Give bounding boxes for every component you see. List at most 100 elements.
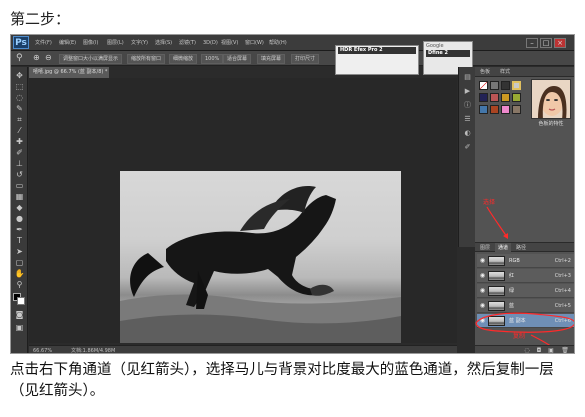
channel-name: 红 [509, 273, 515, 279]
save-selection-icon[interactable]: ◘ [535, 347, 543, 353]
crop-tool-icon[interactable]: ⌗ [14, 115, 25, 124]
tab-channels[interactable]: 通道 [495, 243, 512, 253]
tab-paths[interactable]: 路径 [513, 243, 529, 253]
background-color-swatch[interactable] [17, 297, 25, 305]
panel-dock: ▤ ▶ ⓘ ☰ ◐ ✐ [458, 67, 475, 247]
zoom-in-icon[interactable]: ⊕ [33, 52, 40, 64]
gradient-tool-icon[interactable]: ▦ [14, 192, 25, 201]
fill-screen-button[interactable]: 填充屏幕 [257, 54, 286, 64]
menu-select[interactable]: 选择(S) [155, 38, 172, 48]
resize-windows-button[interactable]: 调整窗口大小以满屏显示 [59, 54, 123, 64]
minimize-button[interactable]: – [526, 38, 538, 48]
dfine-title: Dfine 2 [426, 50, 470, 57]
hdr-efex-panel[interactable]: HDR Efex Pro 2 [335, 45, 419, 75]
quick-mask-icon[interactable]: ◙ [14, 310, 25, 319]
style-swatch[interactable] [512, 81, 521, 90]
new-channel-icon[interactable]: ▣ [547, 347, 555, 353]
menu-type[interactable]: 文字(Y) [131, 38, 148, 48]
menu-filter[interactable]: 滤镜(T) [179, 38, 196, 48]
history-brush-icon[interactable]: ↺ [14, 170, 25, 179]
hand-tool-icon[interactable]: ✋ [14, 269, 25, 278]
tab-layers[interactable]: 图层 [477, 243, 493, 253]
stamp-tool-icon[interactable]: ⊥ [14, 159, 25, 168]
document-tab[interactable]: 嘻嘻.jpg @ 66.7% (蓝 副本/8) * [29, 67, 109, 78]
eyedropper-tool-icon[interactable]: ⁄ [14, 126, 25, 135]
style-swatch[interactable] [479, 81, 488, 90]
adjustments-panel-icon[interactable]: ◐ [462, 129, 473, 138]
marquee-tool-icon[interactable]: ⬚ [14, 82, 25, 91]
channel-row-green[interactable]: ◉ 绿 Ctrl+4 [477, 284, 574, 298]
menu-file[interactable]: 文件(F) [35, 38, 52, 48]
dfine-google-label: Google [426, 43, 444, 49]
channel-shortcut: Ctrl+4 [554, 288, 571, 294]
tab-styles[interactable]: 样式 [497, 67, 513, 77]
screen-mode-icon[interactable]: ▣ [14, 323, 25, 332]
thumbnail-caption: 色板的特性 [538, 121, 564, 127]
portrait-thumbnail [531, 79, 571, 119]
type-tool-icon[interactable]: T [14, 236, 25, 245]
channel-thumbnail [488, 301, 505, 311]
menu-3d[interactable]: 3D(D) [203, 38, 218, 48]
menu-layer[interactable]: 图层(L) [107, 38, 124, 48]
menu-help[interactable]: 帮助(H) [269, 38, 287, 48]
visibility-eye-icon[interactable]: ◉ [479, 287, 486, 294]
status-bar: 66.67% 文档:1.86M/4.98M [29, 345, 457, 353]
style-swatch[interactable] [479, 105, 488, 114]
zoom-100-button[interactable]: 100% [201, 54, 224, 64]
channel-row-red[interactable]: ◉ 红 Ctrl+3 [477, 269, 574, 283]
zoom-all-windows-button[interactable]: 缩放所有窗口 [127, 54, 166, 64]
style-swatch[interactable] [490, 93, 499, 102]
channels-buttons: ◌ ◘ ▣ 🗑 [475, 345, 574, 353]
path-select-tool-icon[interactable]: ➤ [14, 247, 25, 256]
brush-tool-icon[interactable]: ✐ [14, 148, 25, 157]
style-swatch[interactable] [490, 105, 499, 114]
close-button[interactable]: × [554, 38, 566, 48]
style-swatch[interactable] [512, 105, 521, 114]
fit-screen-button[interactable]: 适合屏幕 [223, 54, 252, 64]
horse-illustration [120, 186, 401, 343]
channel-thumbnail [488, 256, 505, 266]
actions-panel-icon[interactable]: ▶ [462, 87, 473, 96]
swatches-tabs: 色板 样式 [475, 67, 574, 77]
brush-panel-icon[interactable]: ✐ [462, 143, 473, 152]
menu-image[interactable]: 图像(I) [83, 38, 98, 48]
pen-tool-icon[interactable]: ✒ [14, 225, 25, 234]
visibility-eye-icon[interactable]: ◉ [479, 257, 486, 264]
healing-tool-icon[interactable]: ✚ [14, 137, 25, 146]
style-swatch[interactable] [501, 93, 510, 102]
scrubby-zoom-button[interactable]: 细微缩放 [169, 54, 198, 64]
menu-edit[interactable]: 编辑(E) [59, 38, 76, 48]
visibility-eye-icon[interactable]: ◉ [479, 272, 486, 279]
zoom-tool-icon[interactable]: ⚲ [14, 280, 25, 289]
style-swatch[interactable] [490, 81, 499, 90]
style-swatch[interactable] [501, 81, 510, 90]
visibility-eye-icon[interactable]: ◉ [479, 302, 486, 309]
step-title: 第二步： [10, 10, 71, 28]
menu-bar: Ps 文件(F) 编辑(E) 图像(I) 图层(L) 文字(Y) 选择(S) 滤… [11, 35, 574, 51]
delete-channel-icon[interactable]: 🗑 [561, 347, 569, 353]
print-size-button[interactable]: 打印尺寸 [291, 54, 320, 64]
channel-shortcut: Ctrl+2 [554, 258, 571, 264]
dodge-tool-icon[interactable]: ● [14, 214, 25, 223]
channel-row-rgb[interactable]: ◉ RGB Ctrl+2 [477, 254, 574, 268]
menu-window[interactable]: 窗口(W) [245, 38, 264, 48]
blur-tool-icon[interactable]: ◆ [14, 203, 25, 212]
quick-select-tool-icon[interactable]: ✎ [14, 104, 25, 113]
info-panel-icon[interactable]: ⓘ [462, 101, 473, 110]
load-selection-icon[interactable]: ◌ [523, 347, 531, 353]
move-tool-icon[interactable]: ✥ [14, 71, 25, 80]
lasso-tool-icon[interactable]: ◌ [14, 93, 25, 102]
zoom-tool-icon[interactable]: ⚲ [16, 52, 23, 64]
style-swatch[interactable] [479, 93, 488, 102]
shape-tool-icon[interactable]: ▢ [14, 258, 25, 267]
history-panel-icon[interactable]: ▤ [462, 73, 473, 82]
style-swatch[interactable] [512, 93, 521, 102]
properties-panel-icon[interactable]: ☰ [462, 115, 473, 124]
menu-view[interactable]: 视图(V) [221, 38, 238, 48]
maximize-button[interactable]: □ [540, 38, 552, 48]
zoom-out-icon[interactable]: ⊖ [45, 52, 52, 64]
tab-swatches[interactable]: 色板 [477, 67, 493, 77]
zoom-level[interactable]: 66.67% [33, 346, 52, 353]
style-swatch[interactable] [501, 105, 510, 114]
eraser-tool-icon[interactable]: ▭ [14, 181, 25, 190]
